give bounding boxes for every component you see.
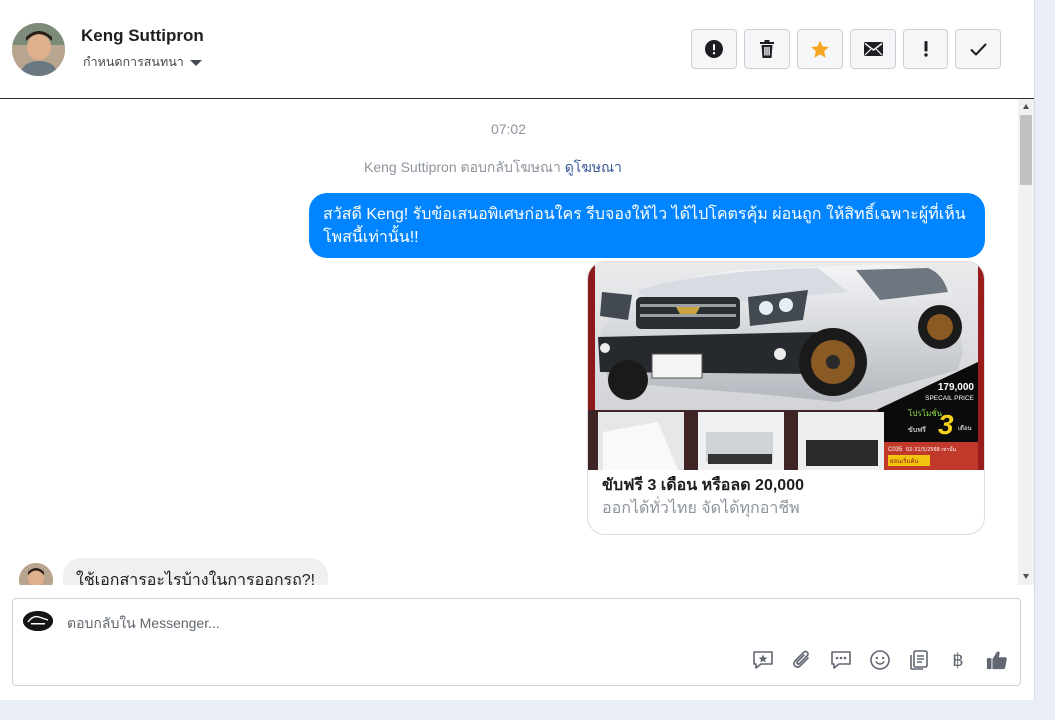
scroll-down-icon[interactable] [1023, 574, 1029, 579]
chat-bubble-icon [831, 651, 851, 669]
ad-image-price: 179,000 [938, 382, 975, 393]
trash-icon [760, 40, 774, 58]
mark-unread-button[interactable] [850, 29, 896, 69]
contact-name[interactable]: Keng Suttipron [81, 26, 204, 46]
message-scrollbar[interactable] [1018, 99, 1034, 585]
like-button[interactable] [986, 649, 1008, 671]
ad-reply-note: Keng Suttipron ตอบกลับโฆษณา ดูโฆษณา [364, 157, 622, 179]
follow-up-button[interactable] [903, 29, 948, 69]
saved-reply-button[interactable] [752, 649, 774, 671]
scroll-up-icon[interactable] [1023, 104, 1029, 109]
ad-image-promo-number: 3 [938, 409, 954, 440]
chat-button[interactable] [830, 649, 852, 671]
composer-toolbar: ฿ [752, 649, 1008, 671]
saved-reply-icon [753, 651, 773, 669]
notes-button[interactable] [908, 649, 930, 671]
scroll-thumb[interactable] [1020, 115, 1032, 185]
exclamation-circle-icon [705, 40, 723, 58]
ad-title: ขับฟรี 3 เดือน หรือลด 20,000 [602, 477, 804, 494]
conversation-header: Keng Suttipron กำหนดการสนทนา [0, 0, 1034, 99]
emoji-button[interactable] [869, 649, 891, 671]
paperclip-icon [793, 650, 809, 668]
ad-image-price-label: SPECAIL PRICE [925, 395, 975, 402]
outgoing-message: สวัสดี Keng! รับข้อเสนอพิเศษก่อนใคร รีบจ… [309, 193, 985, 258]
message-list: 07:02 Keng Suttipron ตอบกลับโฆษณา ดูโฆษณ… [0, 99, 1017, 585]
incoming-message: ใช้เอกสารอะไรบ้างในการออกรถ?! [63, 558, 329, 585]
contact-avatar[interactable] [12, 23, 65, 76]
delete-button[interactable] [744, 29, 790, 69]
attach-button[interactable] [791, 649, 813, 671]
assign-conversation-dropdown[interactable]: กำหนดการสนทนา [83, 52, 202, 72]
conversation-panel: Keng Suttipron กำหนดการสนทนา 07:02 Keng … [0, 0, 1035, 700]
conversation-actions [691, 29, 1001, 69]
ad-image-down-label: ผ่อนเริ่มต้น [890, 457, 918, 465]
page-logo [23, 611, 53, 631]
check-icon [970, 43, 986, 55]
message-timestamp: 07:02 [490, 121, 527, 137]
payment-button[interactable]: ฿ [947, 649, 969, 671]
emoji-icon [870, 650, 890, 670]
star-button[interactable] [797, 29, 843, 69]
ad-image-code: C035 [888, 447, 903, 453]
mark-done-button[interactable] [955, 29, 1001, 69]
ad-subtitle: ออกได้ทั่วไทย จัดได้ทุกอาชีพ [602, 500, 800, 517]
spam-button[interactable] [691, 29, 737, 69]
ad-image-free-label: ขับฟรี [908, 426, 926, 434]
caret-down-icon [189, 59, 202, 66]
view-ad-link[interactable]: ดูโฆษณา [565, 159, 622, 175]
thumbs-up-icon [986, 651, 1007, 670]
sender-avatar[interactable] [19, 563, 53, 585]
star-icon [811, 40, 829, 58]
ad-car-image: 179,000 SPECAIL PRICE โปรโมชั่น ขับฟรี 3… [588, 262, 984, 470]
envelope-icon [863, 42, 883, 56]
ad-image-promo-unit: เดือน [958, 424, 972, 432]
notes-icon [910, 650, 928, 670]
baht-icon: ฿ [952, 649, 964, 671]
exclamation-icon [923, 41, 928, 57]
ad-card[interactable]: 179,000 SPECAIL PRICE โปรโมชั่น ขับฟรี 3… [587, 261, 985, 535]
reply-input[interactable] [67, 611, 967, 635]
assign-conversation-label: กำหนดการสนทนา [83, 55, 184, 69]
reply-composer: ฿ [12, 598, 1021, 686]
ad-reply-text: Keng Suttipron ตอบกลับโฆษณา [364, 159, 561, 175]
